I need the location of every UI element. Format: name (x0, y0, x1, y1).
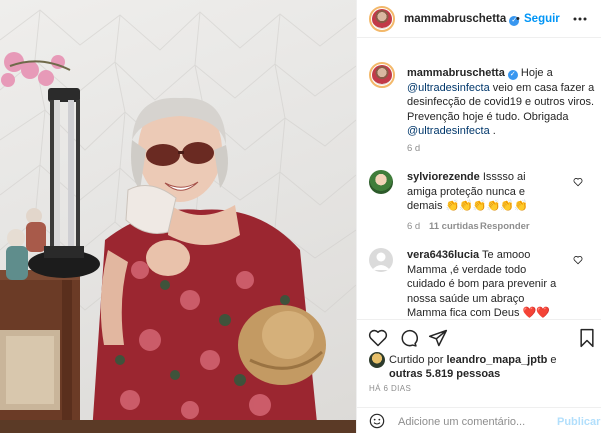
add-comment-input[interactable]: Adicione um comentário... (398, 416, 525, 428)
caption-username[interactable]: mammabruschetta (407, 67, 505, 79)
commenter-avatar[interactable] (369, 170, 393, 194)
caption-age: 6 d (407, 143, 421, 154)
post-caption: mammabruschetta ✓ Hoje a @ultradesinfecta… (407, 66, 595, 139)
comment-icon[interactable] (398, 328, 418, 348)
post-header: mammabruschetta ✓ • Seguir (357, 0, 601, 38)
instagram-post-view: mammabruschetta ✓ • Seguir mammabruschett… (0, 0, 601, 433)
author-username[interactable]: mammabruschetta ✓ (404, 13, 520, 26)
verified-badge-icon: ✓ (507, 70, 518, 80)
post-side-panel: mammabruschetta ✓ • Seguir mammabruschett… (356, 0, 601, 433)
author-avatar[interactable] (369, 6, 395, 32)
likes-middle: e (547, 354, 557, 366)
separator-dot: • (516, 13, 520, 25)
commenter-avatar[interactable] (369, 248, 393, 272)
post-photo[interactable] (0, 0, 356, 433)
heart-icon[interactable] (368, 328, 388, 348)
follow-button[interactable]: Seguir (524, 13, 560, 25)
share-icon[interactable] (428, 328, 448, 348)
likes-prefix: Curtido por (389, 354, 447, 366)
liker-avatar[interactable] (369, 352, 385, 368)
caption-mention-1[interactable]: @ultradesinfecta (407, 82, 490, 94)
caption-text-3: . (489, 125, 496, 137)
comment-username[interactable]: vera6436lucia (407, 249, 479, 261)
comment-likes-count[interactable]: 11 curtidas (429, 221, 479, 232)
bookmark-icon[interactable] (577, 328, 597, 348)
caption-text-1: Hoje a (517, 67, 553, 79)
reply-button[interactable]: Responder (480, 221, 530, 232)
post-timestamp[interactable]: HÁ 6 DIAS (369, 384, 411, 393)
likes-summary: Curtido por leandro_mapa_jptb e outras 5… (389, 353, 557, 381)
comment-item: sylviorezende Isssso ai amiga proteção n… (407, 170, 557, 214)
comment-age: 6 d (407, 221, 421, 232)
comment-username[interactable]: sylviorezende (407, 171, 480, 183)
publish-button[interactable]: Publicar (557, 416, 600, 428)
caption-mention-2[interactable]: @ultradesinfecta (407, 125, 490, 137)
likes-others[interactable]: outras 5.819 pessoas (389, 368, 500, 380)
comment-like-icon[interactable] (573, 177, 583, 187)
caption-avatar[interactable] (369, 62, 395, 88)
emoji-icon[interactable] (369, 413, 385, 429)
comment-like-icon[interactable] (573, 255, 583, 265)
post-image (0, 9, 356, 433)
comment-item: vera6436lucia Te amooo Mamma ,é verdade … (407, 248, 557, 321)
add-comment-bar: Adicione um comentário... Publicar (357, 407, 601, 433)
liker-username[interactable]: leandro_mapa_jptb (446, 354, 547, 366)
more-options-icon[interactable] (573, 14, 587, 24)
